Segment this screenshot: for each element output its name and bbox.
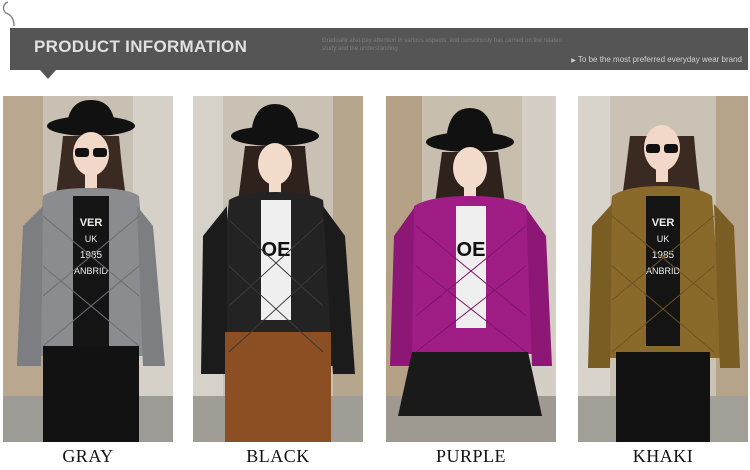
product-photo-khaki[interactable]: VER UK 1985 ANBRID [578,96,748,442]
banner-pointer [40,70,56,79]
product-info-banner: PRODUCT INFORMATION Gradually also pay a… [10,28,748,70]
model-illustration: VER UK 1985 ANBRID [3,96,173,442]
play-triangle-icon: ▶ [571,58,576,64]
banner-subtitle: Gradually also pay attention in various … [322,38,562,52]
product-photo-purple[interactable]: OE [386,96,556,442]
svg-text:UK: UK [85,234,98,244]
color-label-purple: PURPLE [435,446,507,466]
svg-text:OE: OE [262,239,291,261]
model-illustration: OE [386,96,556,442]
product-photo-gray[interactable]: VER UK 1985 ANBRID [3,96,173,442]
svg-text:ANBRID: ANBRID [74,266,109,276]
product-photo-black[interactable]: OE [193,96,363,442]
banner-title: PRODUCT INFORMATION [34,37,248,56]
color-label-gray: GRAY [62,446,114,466]
banner-tagline-text: To be the most preferred everyday wear b… [577,55,742,64]
svg-text:VER: VER [80,217,103,229]
color-label-khaki: KHAKI [632,446,694,466]
banner-tagline: ▶ To be the most preferred everyday wear… [571,55,742,64]
svg-text:OE: OE [457,239,486,261]
model-illustration: OE [193,96,363,442]
color-label-black: BLACK [246,446,310,466]
svg-text:UK: UK [657,234,670,244]
svg-text:VER: VER [652,217,675,229]
model-illustration: VER UK 1985 ANBRID [578,96,748,442]
